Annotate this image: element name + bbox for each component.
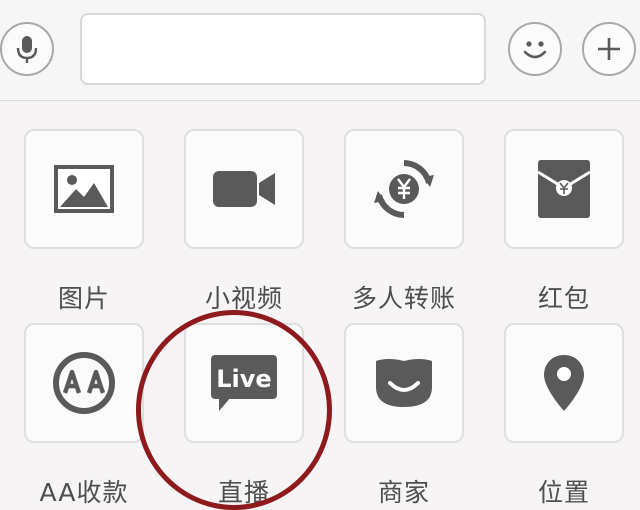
grid-item-red-packet[interactable]: 红包 [502,129,640,313]
video-camera-icon [213,171,275,207]
transfer-tile[interactable] [344,129,464,249]
voice-button[interactable] [0,22,54,76]
grid-item-location[interactable]: 位置 [502,323,640,507]
merchant-icon [376,359,432,407]
image-icon [54,165,114,213]
emoji-button[interactable] [508,22,562,76]
grid-item-label: 红包 [537,284,590,313]
smiley-icon [523,41,547,59]
grid-item-label: 位置 [537,478,590,507]
grid-item-aa-collection[interactable]: AA收款 [22,323,162,507]
grid-item-label: 小视频 [204,284,283,313]
grid-item-merchant[interactable]: 商家 [342,323,482,507]
grid-item-transfer[interactable]: 多人转账 [342,129,482,313]
microphone-icon [16,36,38,63]
aa-collection-tile[interactable] [24,323,144,443]
live-icon-text: Live [216,365,271,393]
grid-item-live[interactable]: Live 直播 [182,323,322,507]
grid-item-image[interactable]: 图片 [22,129,162,313]
grid-item-video[interactable]: 小视频 [182,129,322,313]
live-icon: Live [211,355,277,411]
location-pin-icon [544,355,584,411]
aa-collection-icon [53,352,115,414]
merchant-tile[interactable] [344,323,464,443]
transfer-yuan-icon [374,160,434,218]
more-button[interactable] [582,22,636,76]
red-envelope-icon [537,160,591,218]
grid-item-label: 直播 [217,478,270,507]
grid-item-label: 商家 [377,478,430,507]
more-functions-panel: 图片 小视频 多人转账 红包 AA收款 Live 直播 商家 位置 [0,101,640,510]
grid-item-label: 多人转账 [351,284,456,313]
location-tile[interactable] [504,323,624,443]
message-input[interactable] [80,13,486,85]
plus-icon [598,38,620,60]
grid-item-label: AA收款 [39,478,129,507]
image-tile[interactable] [24,129,144,249]
red-packet-tile[interactable] [504,129,624,249]
video-tile[interactable] [184,129,304,249]
live-tile[interactable]: Live [184,323,304,443]
grid-item-label: 图片 [57,284,110,313]
chat-input-bar [0,0,640,101]
